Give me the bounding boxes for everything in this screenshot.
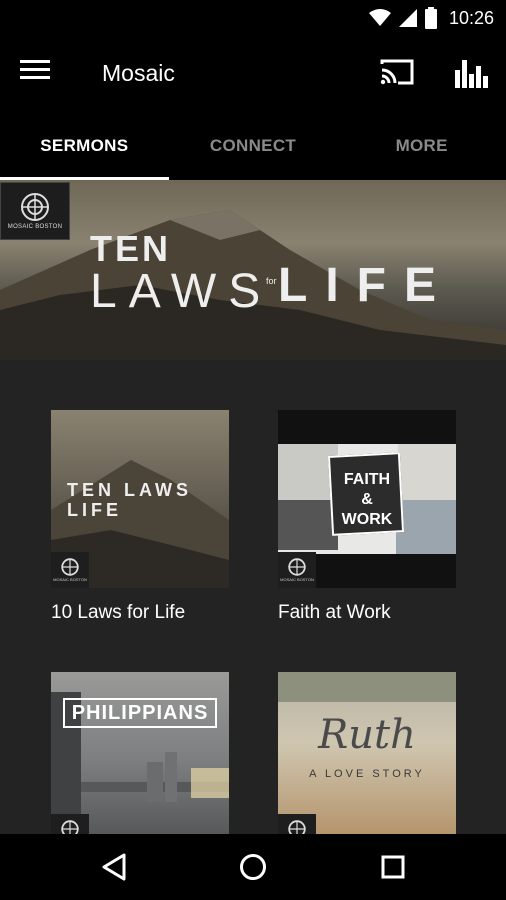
- tab-bar: SERMONS CONNECT MORE: [0, 112, 506, 180]
- back-triangle-icon: [102, 853, 126, 881]
- wifi-icon: [368, 9, 391, 26]
- series-card-philippians[interactable]: PHILIPPIANS MOSAIC BOSTON: [51, 672, 229, 834]
- bar-chart-icon: [455, 60, 488, 88]
- series-artwork-text: TEN LAWS LIFE: [67, 480, 192, 520]
- battery-icon: [424, 7, 437, 29]
- series-artwork: PHILIPPIANS MOSAIC BOSTON: [51, 672, 229, 834]
- status-bar: 10:26: [0, 0, 506, 36]
- series-artwork: Ruth A LOVE STORY MOSAIC BOSTON: [278, 672, 456, 834]
- mosaic-emblem-icon: [61, 558, 79, 576]
- mosaic-emblem-icon: [61, 820, 79, 834]
- sermon-series-grid: TEN LAWS LIFE MOSAIC BOSTON 10 Laws for …: [0, 360, 506, 834]
- stats-button[interactable]: [454, 56, 490, 90]
- series-artwork: TEN LAWS LIFE MOSAIC BOSTON: [51, 410, 229, 588]
- app-bar: Mosaic: [0, 36, 506, 112]
- series-card-faith-at-work[interactable]: FAITH & WORK MOSAIC BOSTON Faith at Work: [278, 410, 456, 624]
- mosaic-emblem-icon: [288, 558, 306, 576]
- tab-more[interactable]: MORE: [337, 112, 506, 180]
- series-title: 10 Laws for Life: [51, 602, 186, 623]
- series-artwork-subtext: A LOVE STORY: [309, 768, 425, 780]
- series-artwork: FAITH & WORK MOSAIC BOSTON: [278, 410, 456, 588]
- recents-square-icon: [381, 855, 405, 879]
- series-artwork-text: FAITH & WORK: [341, 471, 393, 528]
- status-icons: 10:26: [368, 6, 494, 30]
- recents-button[interactable]: [378, 852, 408, 882]
- tab-connect[interactable]: CONNECT: [169, 112, 338, 180]
- logo-text: MOSAIC BOSTON: [7, 224, 63, 230]
- mosaic-logo: MOSAIC BOSTON: [0, 182, 70, 240]
- hero-title-laws: LAWS: [90, 265, 273, 318]
- logo-text: MOSAIC BOSTON: [53, 577, 87, 582]
- back-button[interactable]: [100, 852, 130, 882]
- menu-icon: [20, 60, 50, 79]
- series-artwork-text: Ruth: [318, 712, 416, 758]
- cell-signal-icon: [398, 9, 417, 27]
- menu-button[interactable]: [20, 58, 54, 90]
- featured-series-banner[interactable]: MOSAIC BOSTON TEN LAWS for LIFE: [0, 180, 506, 360]
- tab-sermons[interactable]: SERMONS: [0, 112, 169, 180]
- app-title: Mosaic: [102, 60, 175, 86]
- status-time: 10:26: [448, 7, 494, 28]
- home-circle-icon: [240, 854, 266, 880]
- mosaic-emblem-icon: [288, 820, 306, 834]
- cast-icon: [380, 59, 414, 85]
- logo-text: MOSAIC BOSTON: [280, 577, 314, 582]
- mosaic-logo: MOSAIC BOSTON: [51, 814, 89, 834]
- mosaic-logo: MOSAIC BOSTON: [278, 552, 316, 588]
- mosaic-emblem-icon: [21, 193, 49, 221]
- series-card-10-laws[interactable]: TEN LAWS LIFE MOSAIC BOSTON 10 Laws for …: [51, 410, 229, 624]
- hero-title-for: for: [266, 276, 277, 286]
- hero-title-life: LIFE: [278, 259, 454, 312]
- mosaic-logo: MOSAIC BOSTON: [278, 814, 316, 834]
- series-artwork-text: PHILIPPIANS: [71, 702, 209, 724]
- series-card-ruth[interactable]: Ruth A LOVE STORY MOSAIC BOSTON: [278, 672, 456, 834]
- cast-button[interactable]: [380, 58, 416, 90]
- home-button[interactable]: [238, 852, 268, 882]
- system-nav-bar: [0, 834, 506, 900]
- mosaic-logo: MOSAIC BOSTON: [51, 552, 89, 588]
- series-title: Faith at Work: [278, 602, 391, 623]
